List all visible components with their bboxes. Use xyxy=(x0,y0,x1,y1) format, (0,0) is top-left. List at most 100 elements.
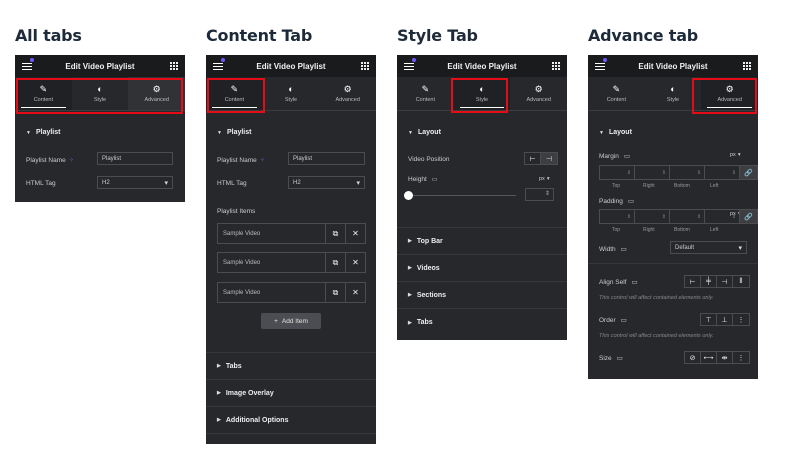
align-self-note: This control will affect contained eleme… xyxy=(599,295,714,301)
duplicate-icon[interactable]: ⧉ xyxy=(325,283,345,302)
grid-icon[interactable] xyxy=(552,62,560,70)
close-icon[interactable]: ✕ xyxy=(345,283,365,302)
align-center-icon[interactable]: ╪ xyxy=(701,276,717,287)
padding-top-input[interactable]: ⇕ xyxy=(600,210,635,223)
panel-header: Edit Video Playlist xyxy=(588,55,758,77)
hamburger-icon[interactable] xyxy=(22,63,32,70)
caret-down-icon: ▼ xyxy=(217,129,222,136)
playlist-name-label: Playlist Name ⁘ xyxy=(26,156,74,165)
align-left-icon[interactable]: ⊢ xyxy=(525,153,541,164)
unit-select[interactable]: px ▾ xyxy=(539,176,550,182)
hamburger-icon[interactable] xyxy=(213,63,223,70)
panel-title: Edit Video Playlist xyxy=(447,61,517,71)
padding-inputs[interactable]: ⇕ ⇕ ⇕ ⇕ 🔗 xyxy=(599,209,758,224)
dim-label: Right xyxy=(643,227,655,233)
list-item[interactable]: Sample Video ⧉ ✕ xyxy=(217,223,366,244)
align-right-icon[interactable]: ⊣ xyxy=(541,153,557,164)
grid-icon[interactable] xyxy=(361,62,369,70)
grow-icon[interactable]: ⟷ xyxy=(701,352,717,363)
label-text: Height xyxy=(408,176,427,183)
monitor-icon[interactable]: ▭ xyxy=(624,152,630,160)
hamburger-icon[interactable] xyxy=(404,63,414,70)
dynamic-tag-icon[interactable]: ⁘ xyxy=(260,156,265,164)
more-icon[interactable]: ⋮ xyxy=(733,352,749,363)
add-item-button[interactable]: + Add Item xyxy=(261,313,321,329)
monitor-icon[interactable]: ▭ xyxy=(617,354,623,362)
video-position-control[interactable]: ⊢ ⊣ xyxy=(524,152,558,165)
section-additional-options[interactable]: ▶ Additional Options xyxy=(206,407,376,434)
close-icon[interactable]: ✕ xyxy=(345,253,365,272)
margin-top-input[interactable]: ⇕ xyxy=(600,166,635,179)
padding-left-input[interactable]: ⇕ xyxy=(705,210,740,223)
margin-unit-select[interactable]: px ▾ xyxy=(730,152,741,158)
align-end-icon[interactable]: ⊣ xyxy=(717,276,733,287)
hamburger-icon[interactable] xyxy=(595,63,605,70)
playlist-name-input[interactable]: Playlist xyxy=(97,152,173,165)
dim-label: Bottom xyxy=(674,183,690,189)
height-input[interactable]: ⇕ xyxy=(525,188,554,201)
tab-style[interactable]: ◐ Style xyxy=(263,77,320,110)
html-tag-select[interactable]: H2 xyxy=(97,176,173,189)
caret-down-icon: ▼ xyxy=(408,129,413,136)
margin-inputs[interactable]: ⇕ ⇕ ⇕ ⇕ 🔗 xyxy=(599,165,758,180)
duplicate-icon[interactable]: ⧉ xyxy=(325,253,345,272)
tab-advanced[interactable]: ⚙ Advanced xyxy=(510,77,567,110)
padding-bottom-input[interactable]: ⇕ xyxy=(670,210,705,223)
align-start-icon[interactable]: ⊢ xyxy=(685,276,701,287)
grid-icon[interactable] xyxy=(743,62,751,70)
height-slider-track[interactable] xyxy=(408,195,516,196)
monitor-icon[interactable]: ▭ xyxy=(631,278,637,286)
section-playlist[interactable]: ▼ Playlist xyxy=(206,119,376,146)
no-size-icon[interactable]: ⊘ xyxy=(685,352,701,363)
order-start-icon[interactable]: ⊤ xyxy=(701,314,717,325)
order-control[interactable]: ⊤ ⊥ ⋮ xyxy=(700,313,750,326)
section-label: Tabs xyxy=(416,319,433,326)
link-icon[interactable]: 🔗 xyxy=(740,166,757,179)
section-layout[interactable]: ▼ Layout xyxy=(397,119,567,146)
tab-advanced[interactable]: ⚙ Advanced xyxy=(319,77,376,110)
section-tabs[interactable]: ▶ Tabs xyxy=(206,353,376,380)
dynamic-tag-icon[interactable]: ⁘ xyxy=(69,156,74,164)
section-playlist[interactable]: ▼ Playlist xyxy=(15,119,185,146)
more-icon[interactable]: ⋮ xyxy=(733,314,749,325)
size-label: Size ▭ xyxy=(599,354,623,363)
size-control[interactable]: ⊘ ⟷ ⇹ ⋮ xyxy=(684,351,750,364)
list-item[interactable]: Sample Video ⧉ ✕ xyxy=(217,252,366,273)
link-icon[interactable]: 🔗 xyxy=(740,210,757,223)
width-select[interactable]: Default xyxy=(670,241,747,254)
tab-content[interactable]: ✎ Content xyxy=(397,77,454,110)
heading-content-tab: Content Tab xyxy=(206,26,313,45)
html-tag-select[interactable]: H2 xyxy=(288,176,365,189)
playlist-items-label: Playlist Items xyxy=(217,208,256,215)
monitor-icon[interactable]: ▭ xyxy=(621,316,627,324)
grid-icon[interactable] xyxy=(170,62,178,70)
playlist-name-label: Playlist Name ⁘ xyxy=(217,156,265,165)
section-top-bar[interactable]: ▶ Top Bar xyxy=(397,228,567,255)
padding-right-input[interactable]: ⇕ xyxy=(635,210,670,223)
section-sections[interactable]: ▶ Sections xyxy=(397,282,567,309)
section-tabs[interactable]: ▶ Tabs xyxy=(397,309,567,336)
order-end-icon[interactable]: ⊥ xyxy=(717,314,733,325)
playlist-name-input[interactable]: Playlist xyxy=(288,152,365,165)
chevron-down-icon: ▾ xyxy=(737,152,741,158)
duplicate-icon[interactable]: ⧉ xyxy=(325,224,345,243)
margin-right-input[interactable]: ⇕ xyxy=(635,166,670,179)
margin-left-input[interactable]: ⇕ xyxy=(705,166,740,179)
section-image-overlay[interactable]: ▶ Image Overlay xyxy=(206,380,376,407)
tab-label: Content xyxy=(606,96,626,103)
monitor-icon[interactable]: ▭ xyxy=(621,245,627,253)
monitor-icon[interactable]: ▭ xyxy=(432,176,438,183)
tab-content[interactable]: ✎ Content xyxy=(588,77,645,110)
align-stretch-icon[interactable]: ⫴ xyxy=(733,276,749,287)
height-slider-handle[interactable] xyxy=(404,191,413,200)
section-videos[interactable]: ▶ Videos xyxy=(397,255,567,282)
margin-bottom-input[interactable]: ⇕ xyxy=(670,166,705,179)
align-self-control[interactable]: ⊢ ╪ ⊣ ⫴ xyxy=(684,275,750,288)
label-text: Size xyxy=(599,354,612,362)
section-layout[interactable]: ▼ Layout xyxy=(588,119,758,146)
shrink-icon[interactable]: ⇹ xyxy=(717,352,733,363)
caret-right-icon: ▶ xyxy=(408,319,412,326)
monitor-icon[interactable]: ▭ xyxy=(628,197,634,205)
list-item[interactable]: Sample Video ⧉ ✕ xyxy=(217,282,366,303)
close-icon[interactable]: ✕ xyxy=(345,224,365,243)
